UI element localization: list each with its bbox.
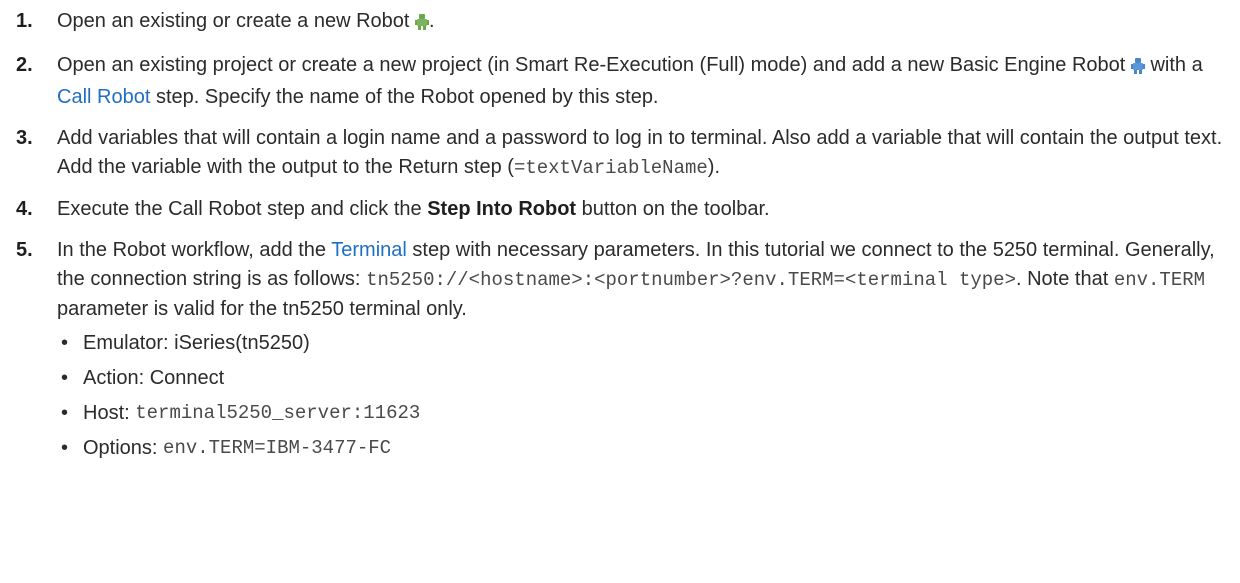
step-text: Open an existing project or create a new… [57,51,1224,112]
parameter-list: • Emulator: iSeries(tn5250) • Action: Co… [57,329,1224,463]
step-text: Add variables that will contain a login … [57,124,1224,183]
bullet-icon: • [61,437,69,459]
parameter-label: Options: [83,437,158,459]
step-text-part: Open an existing project or create a new… [57,54,1126,76]
step-paragraph: In the Robot workflow, add the Terminal … [57,236,1224,324]
step-text-part: step. Specify the name of the Robot open… [155,86,659,108]
call-robot-link[interactable]: Call Robot [57,86,150,108]
step-text-part: button on the toolbar. [581,198,770,220]
step-4: 4. Execute the Call Robot step and click… [16,195,1224,224]
basic-engine-robot-icon [1130,54,1145,83]
step-number: 3. [16,127,33,149]
step-2: 2. Open an existing project or create a … [16,51,1224,112]
step-text-part: Execute the Call Robot step and click th… [57,198,422,220]
step-text-part: parameter is valid for the tn5250 termin… [57,298,467,320]
bullet-icon: • [61,367,69,389]
step-number: 2. [16,54,33,76]
list-item: • Host: terminal5250_server:11623 [57,399,1224,428]
step-text-part: In the Robot workflow, add the [57,239,327,261]
terminal-link[interactable]: Terminal [331,239,407,261]
list-item: • Emulator: iSeries(tn5250) [57,329,1224,358]
step-text: Execute the Call Robot step and click th… [57,195,1224,224]
bullet-icon: • [61,332,69,354]
step-text-part: . Note that [1015,268,1109,290]
parameter-label: Emulator: iSeries(tn5250) [83,332,310,354]
parameter-code: terminal5250_server:11623 [135,402,421,424]
bullet-icon: • [61,402,69,424]
list-item: • Options: env.TERM=IBM-3477-FC [57,434,1224,463]
step-3: 3. Add variables that will contain a log… [16,124,1224,183]
parameter-label: Host: [83,402,130,424]
step-5: 5. In the Robot workflow, add the Termin… [16,236,1224,469]
step-text-part: . [429,10,435,32]
step-number: 5. [16,239,33,261]
robot-icon [415,10,429,39]
step-1: 1. Open an existing or create a new Robo… [16,7,1224,39]
step-text: Open an existing or create a new Robot . [57,7,1224,39]
step-text-part: ). [707,156,721,178]
code-connection-string: tn5250://<hostname>:<portnumber>?env.TER… [366,269,1016,291]
list-item: • Action: Connect [57,364,1224,393]
step-text-part: Open an existing or create a new Robot [57,10,410,32]
code-env-term: env.TERM [1113,269,1206,291]
parameter-code: env.TERM=IBM-3477-FC [163,437,392,459]
step-into-robot-label: Step Into Robot [427,198,577,220]
step-number: 4. [16,198,33,220]
step-text: In the Robot workflow, add the Terminal … [57,236,1224,469]
step-text-part: with a [1150,54,1203,76]
parameter-label: Action: Connect [83,367,225,389]
code-text-variable-name: =textVariableName [513,157,708,179]
step-number: 1. [16,10,33,32]
document: 1. Open an existing or create a new Robo… [0,0,1240,469]
